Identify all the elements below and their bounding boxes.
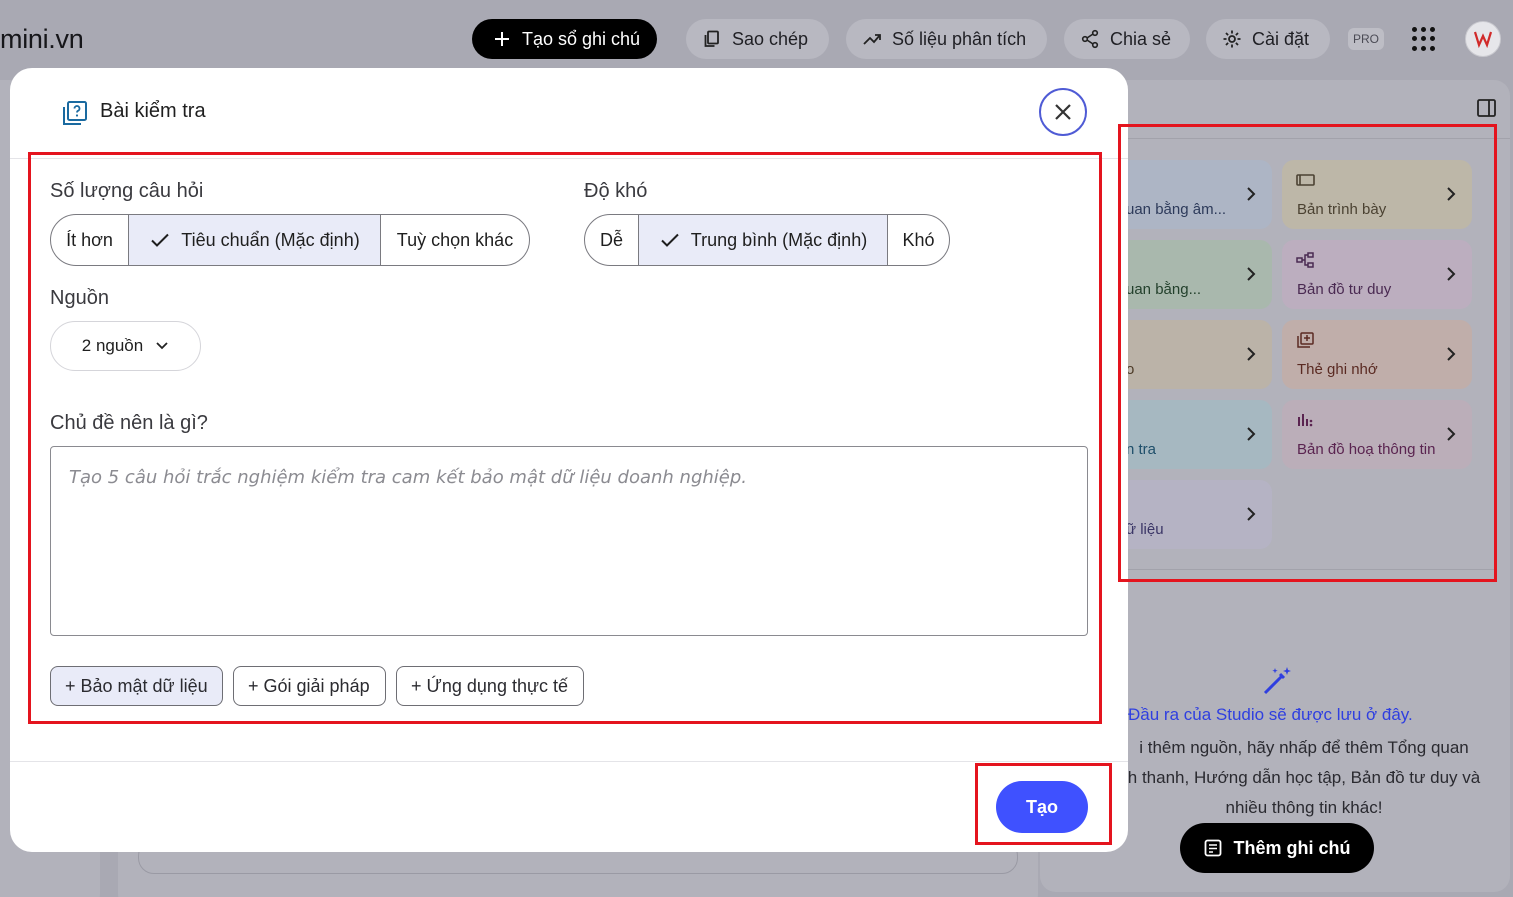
top-bar: mini.vn Tạo sổ ghi chú Sao chép Số liệu … bbox=[0, 0, 1513, 78]
trending-up-icon bbox=[863, 34, 881, 45]
studio-empty-description: i thêm nguồn, hãy nhấp để thêm Tổng quan… bbox=[1127, 738, 1481, 817]
dialog-title: Bài kiểm tra bbox=[100, 100, 206, 122]
copy-icon bbox=[704, 30, 719, 47]
pro-badge: PRO bbox=[1348, 28, 1385, 50]
panel-toggle-icon[interactable] bbox=[1477, 99, 1496, 117]
settings-button[interactable]: Cài đặt bbox=[1206, 19, 1330, 59]
plus-icon bbox=[495, 32, 509, 46]
highlight-box-form bbox=[28, 152, 1102, 724]
copy-button[interactable]: Sao chép bbox=[686, 19, 829, 59]
analytics-label: Số liệu phân tích bbox=[892, 28, 1027, 49]
add-note-label: Thêm ghi chú bbox=[1233, 837, 1351, 858]
create-notebook-button[interactable]: Tạo sổ ghi chú bbox=[472, 19, 657, 59]
copy-label: Sao chép bbox=[732, 28, 809, 49]
close-icon bbox=[1055, 104, 1071, 120]
dialog-divider bbox=[10, 761, 1128, 762]
quiz-icon bbox=[63, 101, 87, 125]
app-logo: mini.vn bbox=[0, 24, 84, 54]
share-button[interactable]: Chia sẻ bbox=[1064, 19, 1190, 59]
close-button[interactable] bbox=[1039, 88, 1087, 136]
share-label: Chia sẻ bbox=[1110, 28, 1172, 49]
add-note-button[interactable]: Thêm ghi chú bbox=[1180, 823, 1374, 873]
highlight-box-create bbox=[975, 763, 1112, 845]
analytics-button[interactable]: Số liệu phân tích bbox=[846, 19, 1047, 59]
note-icon bbox=[1204, 839, 1221, 857]
gear-icon bbox=[1223, 30, 1241, 48]
studio-empty-title: Đầu ra của Studio sẽ được lưu ở đây. bbox=[1128, 705, 1413, 724]
settings-label: Cài đặt bbox=[1252, 28, 1310, 49]
brand-logo-icon bbox=[1473, 31, 1493, 49]
magic-wand-icon bbox=[1263, 667, 1291, 695]
highlight-box-studio-tiles bbox=[1118, 124, 1497, 582]
share-icon bbox=[1081, 29, 1099, 49]
avatar[interactable] bbox=[1465, 21, 1501, 57]
create-notebook-label: Tạo sổ ghi chú bbox=[522, 28, 641, 49]
apps-grid-icon[interactable] bbox=[1412, 27, 1436, 51]
